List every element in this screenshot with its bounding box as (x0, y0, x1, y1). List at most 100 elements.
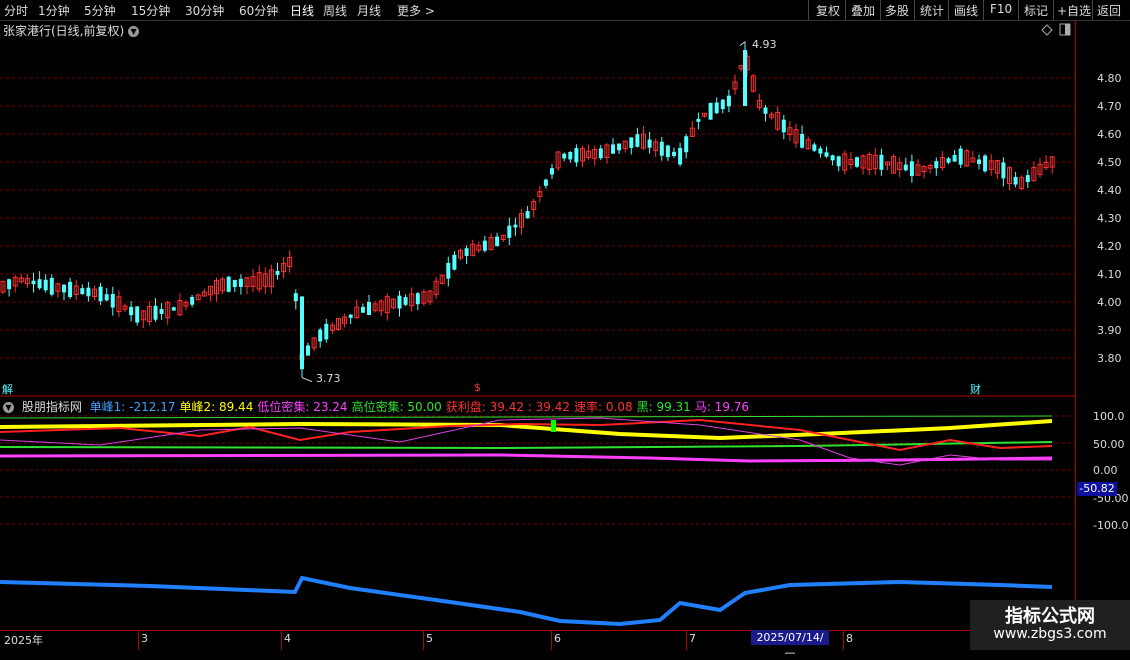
indicator-legend-item: 单峰1: -212.17 (89, 400, 176, 414)
candle-down (49, 277, 54, 295)
candle-down (983, 155, 988, 172)
candle-down (977, 159, 981, 164)
candle-down (617, 143, 622, 151)
candle-down (800, 133, 805, 148)
candle-down (452, 254, 457, 270)
candle-down (31, 280, 36, 285)
candle-down (909, 161, 914, 177)
candle-down (318, 329, 323, 342)
chevron-down-icon[interactable]: ▼ (3, 402, 14, 413)
candle-down (1013, 176, 1018, 185)
event-marker-dollar[interactable]: $ (474, 381, 481, 394)
candle-down (763, 107, 768, 114)
candle-down (836, 156, 841, 167)
candle-down (647, 139, 652, 148)
candle-down (348, 314, 353, 318)
price-tick: 4.20 (1097, 240, 1122, 253)
diamond-icon[interactable] (1041, 24, 1053, 36)
indicator-legend-item: 黑: 99.31 (636, 400, 691, 414)
candle-down (665, 145, 670, 158)
price-tick: 3.90 (1097, 324, 1122, 337)
indicator-name: 股朋指标网 (21, 400, 82, 414)
candle-down (62, 284, 66, 293)
event-marker-jie[interactable]: 解 (2, 381, 13, 397)
price-tick: 4.80 (1097, 72, 1122, 85)
indicator-legend-item: 单峰2: 89.44 (179, 400, 254, 414)
candle-down (43, 279, 48, 291)
candle-down (568, 151, 573, 160)
candle-down (598, 148, 603, 159)
candle-down (1025, 175, 1030, 183)
indicator-line-peak1 (0, 575, 1053, 627)
price-tick: 4.10 (1097, 268, 1122, 281)
indicator-tick: 100.0 (1093, 410, 1125, 423)
candle-down (129, 306, 134, 316)
low-pointer (301, 377, 313, 383)
candle-down (946, 158, 951, 163)
month-label: 6 (554, 632, 561, 645)
candle-down (781, 119, 786, 133)
candle-down (110, 294, 115, 308)
candle-down (513, 224, 518, 228)
candle-down (696, 118, 701, 122)
indicator-tick: 0.00 (1093, 464, 1118, 477)
candle-down (507, 225, 512, 238)
candle-down (934, 161, 939, 169)
candle-down (678, 147, 683, 165)
candle-down (171, 307, 176, 311)
candlestick-series (0, 41, 1055, 383)
candle-down (562, 153, 567, 159)
candle-down (135, 306, 140, 323)
candle-down (708, 102, 713, 120)
candle-down (659, 141, 664, 156)
chart-canvas (0, 23, 1075, 627)
candle-down (855, 157, 859, 167)
event-marker-cai[interactable]: 财 (970, 381, 981, 397)
candle-down (672, 151, 676, 156)
candle-down (525, 211, 530, 219)
month-label: 7 (689, 632, 696, 645)
candle-down (495, 236, 500, 247)
candle-down (275, 270, 280, 275)
candle-down (830, 155, 835, 161)
candle-down (958, 148, 963, 165)
candle-down (98, 286, 103, 302)
month-label: 8 (846, 632, 853, 645)
candle-down (482, 240, 487, 251)
candle-down (153, 305, 158, 320)
candle-down (446, 262, 451, 279)
indicator-legend-item: 马: 19.76 (694, 400, 750, 414)
candle-down (367, 302, 371, 316)
month-label: 5 (426, 632, 433, 645)
candle-down (684, 136, 689, 153)
candle-down (903, 164, 908, 171)
month-label: 3 (141, 632, 148, 645)
candle-down (464, 248, 469, 256)
candle-down (232, 280, 237, 288)
candle-down (714, 102, 719, 114)
price-tick: 4.00 (1097, 296, 1122, 309)
candle-down (720, 99, 725, 110)
indicator-tick: 50.00 (1093, 438, 1125, 451)
window-icon-fill (1065, 24, 1070, 35)
candle-down (879, 154, 884, 170)
indicator-line-low-density (0, 453, 1053, 463)
price-tick: 4.40 (1097, 184, 1122, 197)
month-label: 4 (284, 632, 291, 645)
candle-down (226, 276, 231, 292)
candle-down (550, 168, 554, 175)
price-tick: 4.30 (1097, 212, 1122, 225)
indicator-legend-item: 获利盘: 39.42 : 39.42 (445, 400, 571, 414)
candle-down (37, 279, 42, 289)
candle-down (68, 281, 73, 298)
indicator-signal-bar (551, 420, 556, 432)
high-price-label: 4.93 (752, 38, 777, 51)
date-axis (0, 630, 1075, 651)
candle-down (324, 323, 329, 340)
candle-down (293, 293, 298, 302)
price-tick: 3.80 (1097, 352, 1122, 365)
price-tick: 4.60 (1097, 128, 1122, 141)
candle-down (397, 295, 402, 309)
candle-down (415, 293, 420, 305)
candle-down (574, 148, 579, 163)
